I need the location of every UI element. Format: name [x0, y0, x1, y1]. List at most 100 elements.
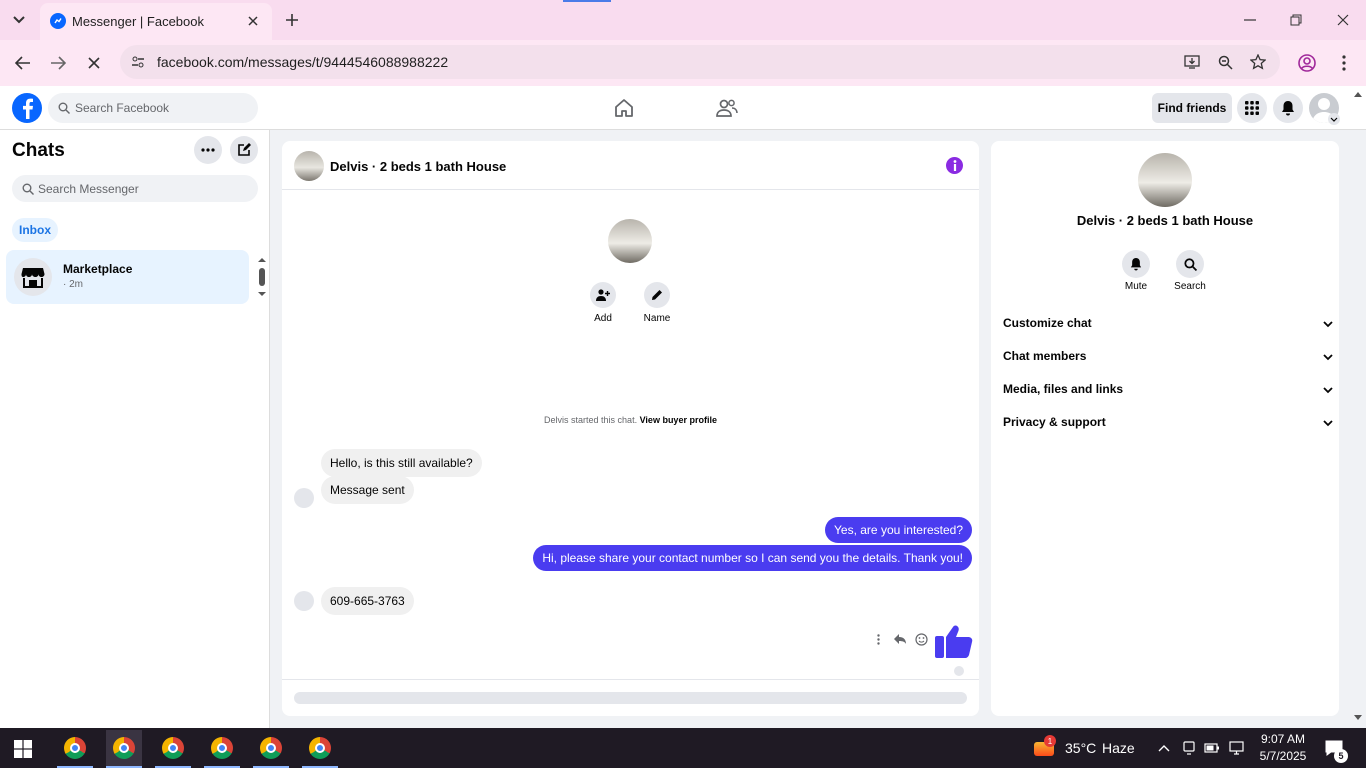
close-window-icon[interactable] — [1333, 10, 1353, 30]
address-bar[interactable]: facebook.com/messages/t/9444546088988222 — [120, 45, 1280, 79]
message-bubble-outgoing[interactable]: Yes, are you interested? — [825, 517, 972, 543]
composer-divider — [282, 679, 979, 680]
conversation-avatar[interactable] — [294, 151, 324, 181]
facebook-header: Search Facebook Find friends — [0, 86, 1366, 130]
close-tab-icon[interactable] — [245, 13, 261, 29]
section-label: Chat members — [1003, 349, 1087, 363]
browser-menu-icon[interactable] — [1334, 53, 1354, 73]
chevron-down-icon — [1323, 321, 1333, 328]
menu-grid-icon[interactable] — [1237, 93, 1267, 123]
react-emoji-icon[interactable] — [913, 631, 929, 647]
forward-arrow-icon[interactable] — [47, 52, 69, 74]
clock-time[interactable]: 9:07 AM — [1254, 732, 1312, 746]
sender-avatar — [294, 591, 314, 611]
chat-list-scrollbar[interactable] — [256, 254, 268, 300]
new-message-compose-icon[interactable] — [230, 136, 258, 164]
search-button-label[interactable]: Search — [1168, 281, 1212, 292]
section-privacy-support[interactable]: Privacy & support — [1003, 415, 1333, 435]
weather-badge: 1 — [1044, 735, 1056, 747]
bell-icon[interactable] — [1122, 250, 1150, 278]
taskbar-chrome-icon[interactable] — [155, 730, 191, 766]
taskbar-chrome-icon[interactable] — [253, 730, 289, 766]
reply-icon[interactable] — [892, 631, 908, 647]
meet-now-icon[interactable] — [1181, 740, 1197, 756]
friends-icon[interactable] — [715, 97, 739, 119]
back-arrow-icon[interactable] — [12, 52, 34, 74]
tab-list-dropdown-icon[interactable] — [8, 9, 30, 31]
thumbs-up-icon[interactable] — [934, 620, 974, 660]
browser-tab-messenger[interactable]: Messenger | Facebook — [40, 3, 272, 40]
sender-avatar — [294, 488, 314, 508]
zoom-icon[interactable] — [1216, 53, 1234, 71]
network-icon[interactable] — [1228, 740, 1246, 756]
chat-started-text: Delvis started this chat. — [544, 415, 638, 425]
message-composer-input[interactable] — [294, 692, 967, 704]
new-tab-icon[interactable] — [282, 10, 302, 30]
home-icon[interactable] — [612, 97, 636, 119]
chevron-down-icon — [1323, 354, 1333, 361]
seen-indicator-avatar — [954, 666, 964, 676]
facebook-logo-icon[interactable] — [12, 93, 42, 123]
url-text: facebook.com/messages/t/9444546088988222 — [157, 54, 449, 70]
section-customize-chat[interactable]: Customize chat — [1003, 316, 1333, 336]
stop-loading-icon[interactable] — [83, 52, 105, 74]
clock-date[interactable]: 5/7/2025 — [1254, 749, 1312, 763]
browser-tab-bar: Messenger | Facebook — [0, 0, 1366, 40]
battery-icon[interactable] — [1204, 740, 1220, 756]
taskbar-chrome-icon[interactable] — [302, 730, 338, 766]
pencil-icon[interactable] — [644, 282, 670, 308]
weather-widget[interactable]: 1 — [1032, 735, 1056, 760]
page-scroll-up-icon[interactable] — [1353, 90, 1363, 98]
marketplace-store-icon — [14, 258, 52, 296]
show-hidden-icons-chevron-up-icon[interactable] — [1156, 740, 1172, 756]
chat-started-note: Delvis started this chat. View buyer pro… — [282, 415, 979, 425]
browser-toolbar: facebook.com/messages/t/9444546088988222 — [0, 40, 1366, 86]
messenger-search-placeholder: Search Messenger — [38, 182, 139, 196]
chat-list-item-marketplace[interactable]: Marketplace · 2m — [6, 250, 249, 304]
taskbar-chrome-icon[interactable] — [204, 730, 240, 766]
page-scroll-down-icon[interactable] — [1353, 714, 1363, 722]
windows-start-icon[interactable] — [12, 738, 34, 760]
profile-icon[interactable] — [1297, 53, 1317, 73]
taskbar-chrome-icon[interactable] — [106, 730, 142, 766]
taskbar-chrome-icon[interactable] — [57, 730, 93, 766]
site-info-icon[interactable] — [130, 54, 146, 70]
inbox-filter-tab[interactable]: Inbox — [12, 218, 58, 242]
minimize-icon[interactable] — [1240, 10, 1260, 30]
section-label: Customize chat — [1003, 316, 1092, 330]
mute-button-label[interactable]: Mute — [1116, 281, 1156, 292]
message-bubble-incoming[interactable]: 609-665-3763 — [321, 587, 414, 615]
message-more-icon[interactable] — [872, 631, 884, 647]
notification-count-badge: 5 — [1334, 749, 1348, 763]
account-chevron-down-icon[interactable] — [1328, 113, 1340, 125]
add-button-label[interactable]: Add — [590, 313, 616, 324]
restore-icon[interactable] — [1286, 10, 1306, 30]
conversation-title[interactable]: Delvis · 2 beds 1 bath House — [330, 159, 506, 174]
chat-options-more-icon[interactable] — [194, 136, 222, 164]
add-person-icon[interactable] — [590, 282, 616, 308]
message-bubble-incoming[interactable]: Message sent — [321, 476, 414, 504]
windows-taskbar: 1 35°C Haze 9:07 AM 5/7/2025 5 — [0, 728, 1366, 768]
tab-drag-indicator — [563, 0, 611, 2]
info-icon[interactable] — [946, 157, 963, 174]
chat-info-title: Delvis · 2 beds 1 bath House — [1076, 213, 1254, 228]
conversation-profile-photo — [608, 219, 652, 263]
bookmark-star-icon[interactable] — [1249, 53, 1267, 71]
message-bubble-incoming[interactable]: Hello, is this still available? — [321, 449, 482, 477]
section-label: Privacy & support — [1003, 415, 1106, 429]
message-bubble-outgoing[interactable]: Hi, please share your contact number so … — [533, 545, 972, 571]
weather-description[interactable]: Haze — [1102, 740, 1135, 756]
view-buyer-profile-link[interactable]: View buyer profile — [640, 415, 717, 425]
chat-item-time: · 2m — [63, 279, 83, 290]
section-chat-members[interactable]: Chat members — [1003, 349, 1333, 369]
install-app-icon[interactable] — [1183, 53, 1201, 71]
facebook-search-input[interactable]: Search Facebook — [48, 93, 258, 123]
notifications-bell-icon[interactable] — [1273, 93, 1303, 123]
weather-temperature[interactable]: 35°C — [1065, 740, 1096, 756]
search-icon[interactable] — [1176, 250, 1204, 278]
messenger-search-input[interactable]: Search Messenger — [12, 175, 258, 202]
find-friends-button[interactable]: Find friends — [1152, 93, 1232, 123]
section-media-files-links[interactable]: Media, files and links — [1003, 382, 1333, 402]
name-button-label[interactable]: Name — [636, 313, 678, 324]
conversation-panel: Delvis · 2 beds 1 bath House Add Name De… — [282, 141, 979, 716]
